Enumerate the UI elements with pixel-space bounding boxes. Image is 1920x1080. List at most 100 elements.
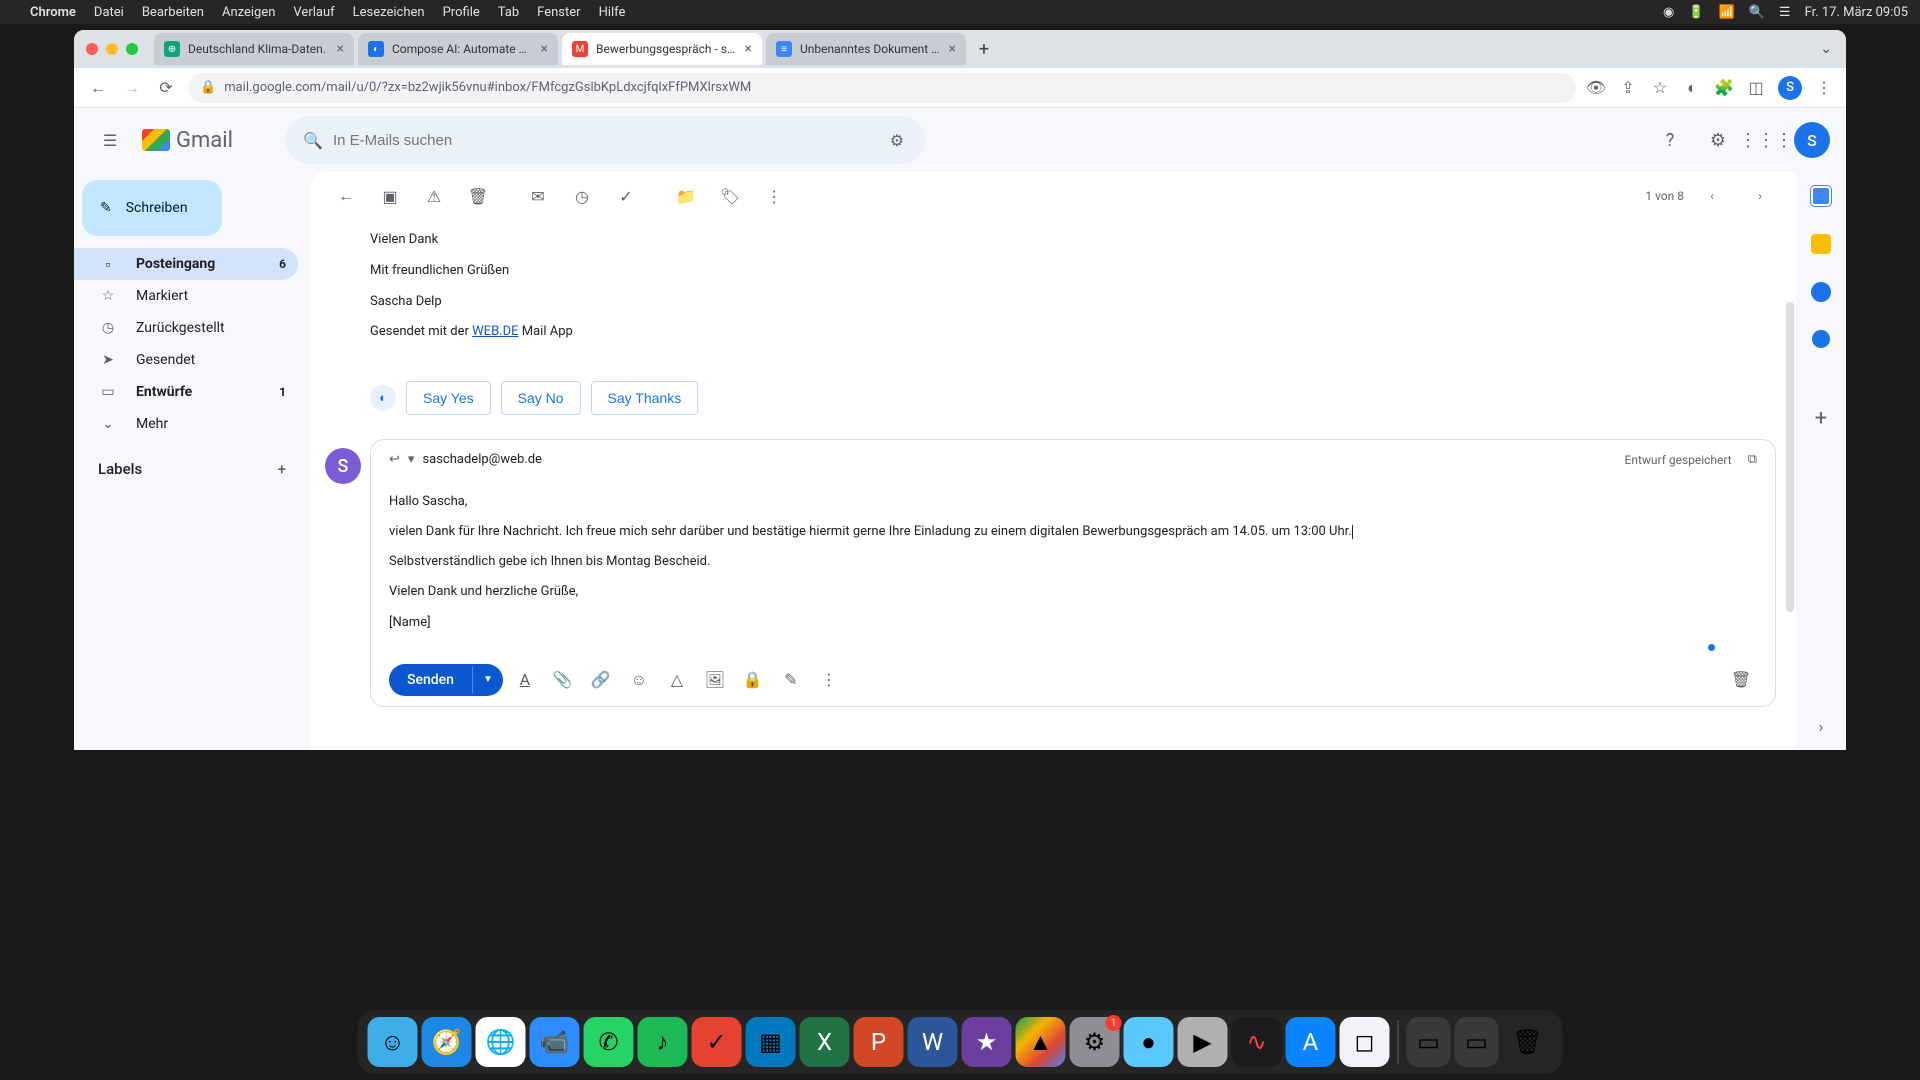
back-button[interactable]: ←: [86, 76, 110, 100]
next-mail-icon[interactable]: ›: [1740, 176, 1780, 216]
back-to-inbox-icon[interactable]: ←: [326, 176, 366, 216]
hamburger-menu-icon[interactable]: ☰: [90, 120, 130, 160]
send-options-dropdown[interactable]: ▼: [472, 666, 503, 693]
formatting-icon[interactable]: A: [509, 664, 541, 696]
sidepanel-icon[interactable]: ◫: [1746, 78, 1766, 98]
dock-voice-memos[interactable]: ∿: [1232, 1017, 1282, 1067]
screen-record-icon[interactable]: ◉: [1663, 5, 1674, 20]
tab-3[interactable]: ≡ Unbenanntes Dokument - Goo ×: [766, 33, 966, 65]
webde-link[interactable]: WEB.DE: [472, 324, 518, 339]
emoji-icon[interactable]: ☺: [623, 664, 655, 696]
scrollbar[interactable]: [1786, 302, 1794, 612]
apps-grid-icon[interactable]: ⋮⋮⋮: [1746, 120, 1786, 160]
dock-settings[interactable]: ⚙1: [1070, 1017, 1120, 1067]
tabs-dropdown-icon[interactable]: ⌄: [1820, 41, 1832, 57]
insert-photo-icon[interactable]: 🖼: [699, 664, 731, 696]
clock[interactable]: Fr. 17. März 09:05: [1805, 5, 1908, 20]
close-tab-icon[interactable]: ×: [337, 41, 344, 57]
menu-tab[interactable]: Tab: [498, 5, 519, 20]
dock-recent-1[interactable]: ▭: [1407, 1017, 1451, 1067]
labels-icon[interactable]: 🏷: [710, 176, 750, 216]
reply-editor[interactable]: Hallo Sascha, vielen Dank für Ihre Nachr…: [371, 479, 1775, 653]
dock-zoom[interactable]: 📹: [530, 1017, 580, 1067]
archive-icon[interactable]: ▣: [370, 176, 410, 216]
help-icon[interactable]: ?: [1650, 120, 1690, 160]
keep-panel-icon[interactable]: [1811, 234, 1831, 254]
battery-icon[interactable]: 🔋: [1688, 5, 1704, 20]
collapse-panel-icon[interactable]: ›: [1819, 717, 1824, 736]
prev-mail-icon[interactable]: ‹: [1692, 176, 1732, 216]
forward-button[interactable]: →: [120, 76, 144, 100]
menu-edit[interactable]: Bearbeiten: [142, 5, 204, 20]
close-window-button[interactable]: [86, 43, 98, 55]
spotlight-icon[interactable]: 🔍: [1749, 5, 1765, 20]
dock-trash[interactable]: 🗑: [1503, 1017, 1553, 1067]
more-compose-options-icon[interactable]: ⋮: [813, 664, 845, 696]
mail-scroll-area[interactable]: Vielen Dank Mit freundlichen Grüßen Sasc…: [310, 220, 1796, 750]
suggest-no-button[interactable]: Say No: [501, 381, 581, 415]
dock-appstore[interactable]: A: [1286, 1017, 1336, 1067]
nav-starred[interactable]: ☆ Markiert: [74, 280, 298, 312]
dock-trello[interactable]: ▦: [746, 1017, 796, 1067]
signature-icon[interactable]: ✎: [775, 664, 807, 696]
gmail-logo[interactable]: Gmail: [142, 128, 233, 153]
discard-draft-icon[interactable]: 🗑: [1725, 664, 1757, 696]
new-tab-button[interactable]: +: [970, 35, 998, 63]
extensions-icon[interactable]: 🧩: [1714, 78, 1734, 98]
reload-button[interactable]: ⟳: [154, 76, 178, 100]
link-icon[interactable]: 🔗: [585, 664, 617, 696]
add-panel-icon[interactable]: +: [1815, 406, 1827, 431]
reply-recipient[interactable]: saschadelp@web.de: [422, 452, 542, 467]
kebab-menu-icon[interactable]: ⋮: [1814, 78, 1834, 98]
reply-dropdown-icon[interactable]: ▾: [408, 452, 415, 467]
share-icon[interactable]: ⇪: [1618, 78, 1638, 98]
add-to-tasks-icon[interactable]: ✓: [606, 176, 646, 216]
dock-excel[interactable]: X: [800, 1017, 850, 1067]
settings-gear-icon[interactable]: ⚙: [1698, 120, 1738, 160]
menu-bookmarks[interactable]: Lesezeichen: [353, 5, 425, 20]
dock-powerpoint[interactable]: P: [854, 1017, 904, 1067]
dock-safari[interactable]: 🧭: [422, 1017, 472, 1067]
popout-icon[interactable]: ⧉: [1748, 452, 1757, 467]
dock-word[interactable]: W: [908, 1017, 958, 1067]
close-tab-icon[interactable]: ×: [949, 41, 956, 57]
nav-sent[interactable]: ➤ Gesendet: [74, 344, 298, 376]
dock-imovie[interactable]: ★: [962, 1017, 1012, 1067]
nav-drafts[interactable]: ▭ Entwürfe 1: [74, 376, 298, 408]
confidential-icon[interactable]: 🔒: [737, 664, 769, 696]
report-spam-icon[interactable]: ⚠: [414, 176, 454, 216]
dock-spotify[interactable]: ♪: [638, 1017, 688, 1067]
dock-chrome[interactable]: 🌐: [476, 1017, 526, 1067]
dock-app-light[interactable]: ◻: [1340, 1017, 1390, 1067]
active-app-name[interactable]: Chrome: [30, 5, 76, 20]
bookmark-star-icon[interactable]: ☆: [1650, 78, 1670, 98]
menu-file[interactable]: Datei: [94, 5, 124, 20]
nav-inbox[interactable]: ▫ Posteingang 6: [74, 248, 298, 280]
add-label-icon[interactable]: +: [278, 460, 286, 478]
dock-app-blue[interactable]: ●: [1124, 1017, 1174, 1067]
address-bar[interactable]: 🔒 mail.google.com/mail/u/0/?zx=bz2wjik56…: [188, 73, 1576, 103]
contacts-panel-icon[interactable]: [1812, 330, 1830, 348]
tab-2-active[interactable]: M Bewerbungsgespräch - sascha ×: [562, 33, 762, 65]
dock-finder[interactable]: ☺: [368, 1017, 418, 1067]
menu-history[interactable]: Verlauf: [293, 5, 334, 20]
send-button[interactable]: Senden: [389, 664, 472, 696]
close-tab-icon[interactable]: ×: [745, 41, 752, 57]
search-input[interactable]: [333, 132, 877, 149]
dock-recent-2[interactable]: ▭: [1455, 1017, 1499, 1067]
dock-drive[interactable]: ▲: [1016, 1017, 1066, 1067]
drive-icon[interactable]: △: [661, 664, 693, 696]
menu-window[interactable]: Fenster: [537, 5, 580, 20]
maximize-window-button[interactable]: [126, 43, 138, 55]
suggest-yes-button[interactable]: Say Yes: [406, 381, 491, 415]
dock-whatsapp[interactable]: ✆: [584, 1017, 634, 1067]
nav-more[interactable]: ⌄ Mehr: [74, 408, 298, 440]
eye-icon[interactable]: 👁: [1586, 78, 1606, 98]
calendar-panel-icon[interactable]: [1811, 186, 1831, 206]
attach-icon[interactable]: 📎: [547, 664, 579, 696]
move-to-icon[interactable]: 📁: [666, 176, 706, 216]
tab-0[interactable]: ⊕ Deutschland Klima-Daten. ×: [154, 33, 354, 65]
more-actions-icon[interactable]: ⋮: [754, 176, 794, 216]
reply-type-icon[interactable]: ↩: [389, 452, 400, 467]
menu-view[interactable]: Anzeigen: [222, 5, 275, 20]
